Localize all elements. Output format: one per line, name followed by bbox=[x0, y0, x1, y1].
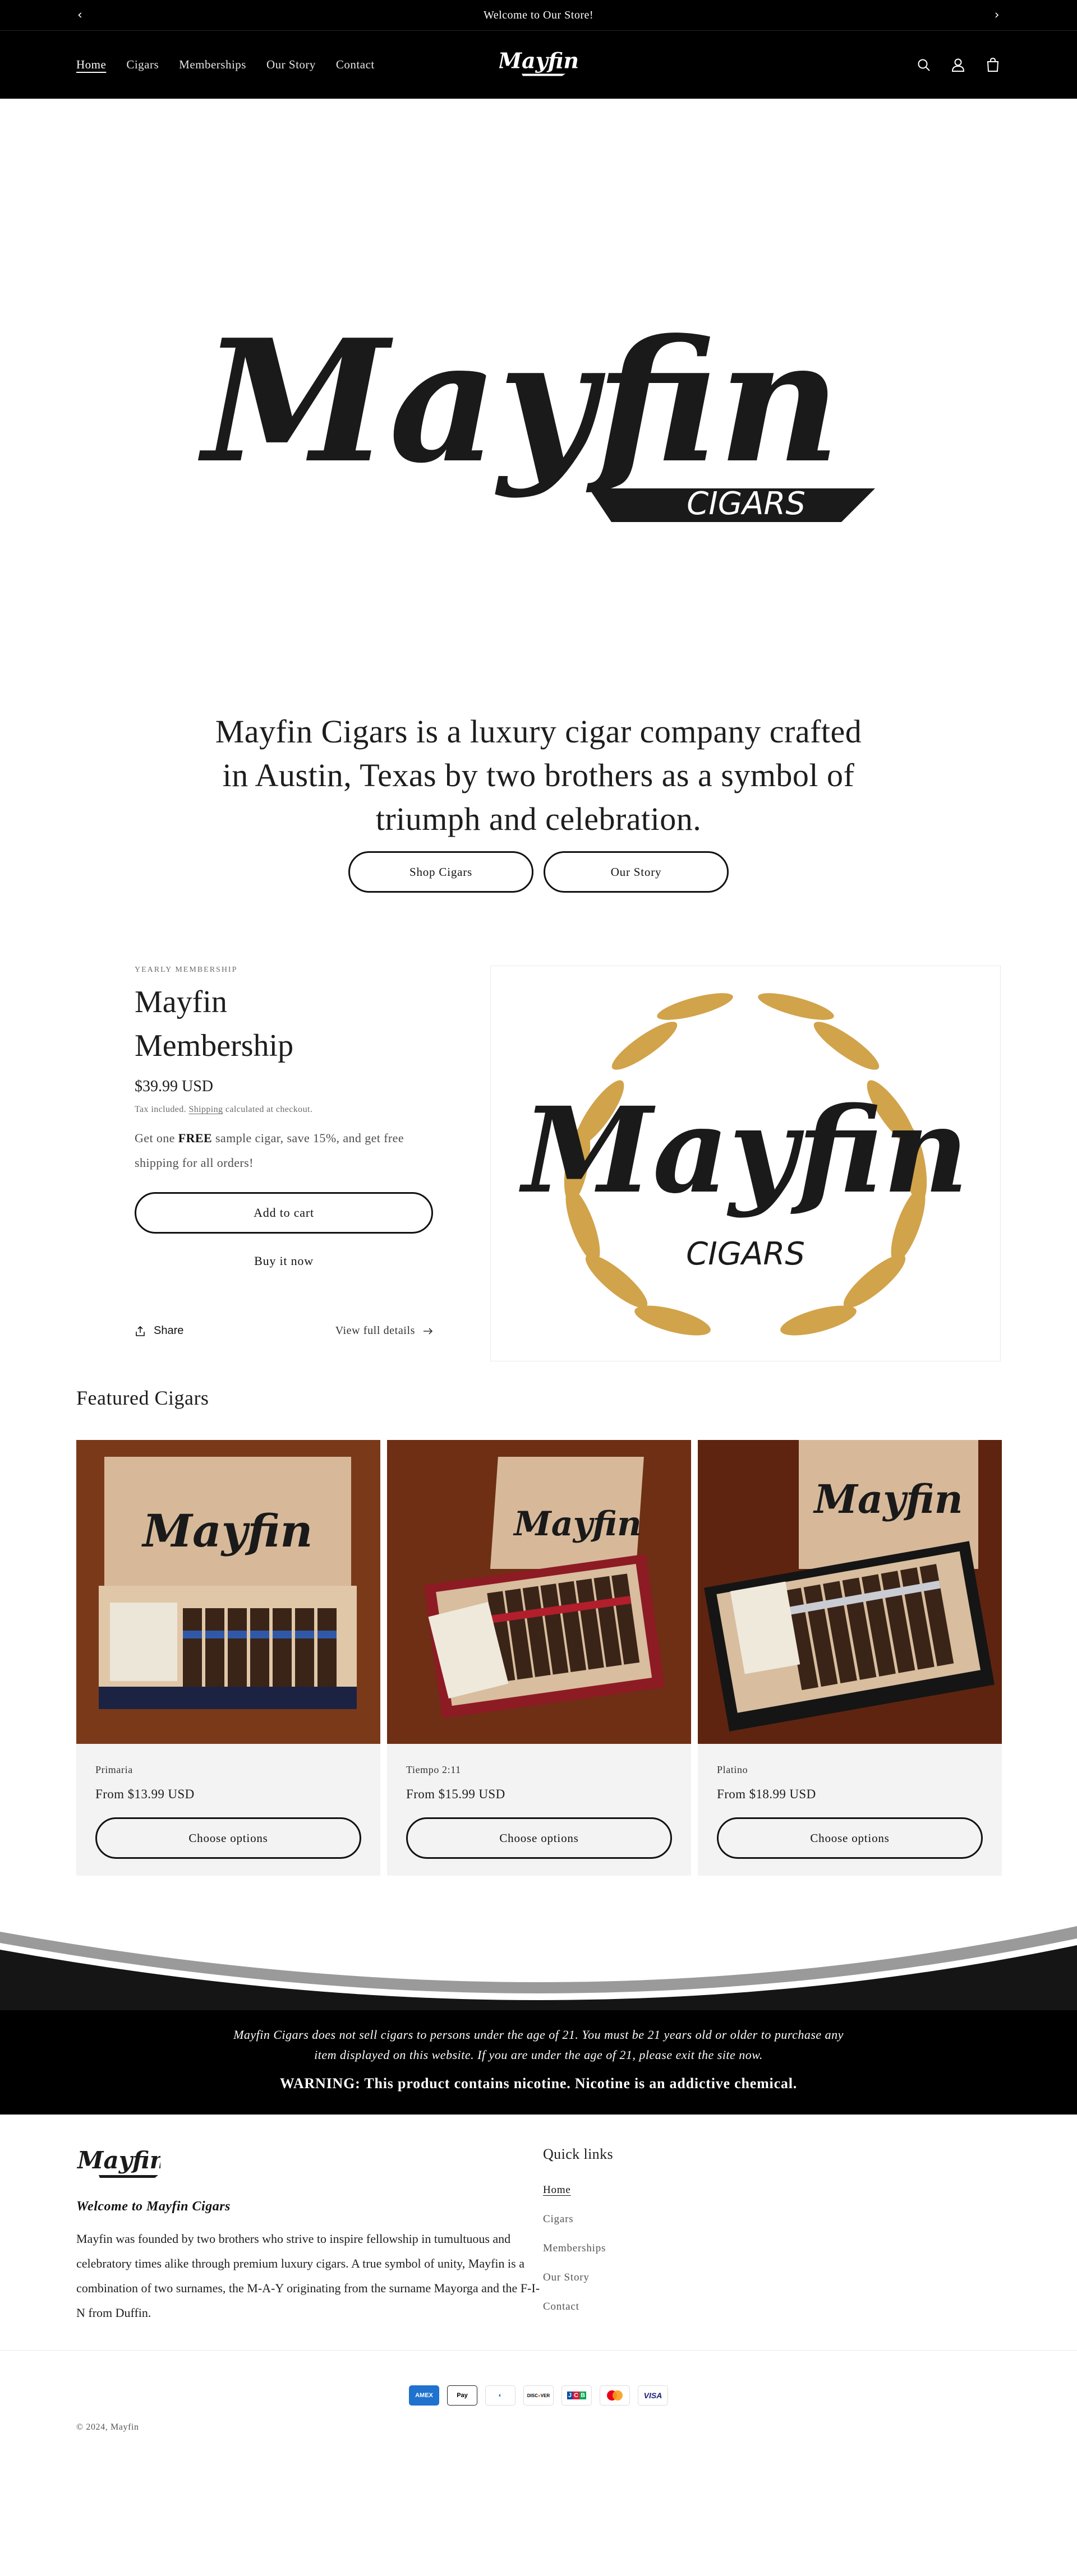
svg-text:Mayfin: Mayfin bbox=[519, 1081, 969, 1220]
featured-collection: Featured Cigars Mayfin Primaria From $13… bbox=[0, 1386, 1077, 1876]
footer-link-memberships[interactable]: Memberships bbox=[543, 2242, 613, 2272]
amex-icon: AMEX bbox=[409, 2385, 439, 2406]
shop-cigars-button[interactable]: Shop Cigars bbox=[348, 851, 533, 893]
age-warning-text: Mayfin Cigars does not sell cigars to pe… bbox=[233, 2028, 844, 2062]
svg-text:Mayfin: Mayfin bbox=[813, 1476, 963, 1522]
payment-icons: AMEX Pay ◐ DISC ● VER JCB VISA bbox=[0, 2385, 1077, 2406]
svg-text:CIGARS: CIGARS bbox=[686, 1236, 805, 1272]
wave-divider bbox=[0, 1926, 1077, 2010]
buy-now-button[interactable]: Buy it now bbox=[135, 1254, 433, 1268]
nicotine-warning: WARNING: This product contains nicotine.… bbox=[279, 2075, 798, 2092]
footer-welcome-heading: Welcome to Mayfin Cigars bbox=[76, 2199, 231, 2214]
quick-links: Quick links Home Cigars Memberships Our … bbox=[543, 2146, 613, 2330]
footer-link-cigars[interactable]: Cigars bbox=[543, 2213, 613, 2242]
view-details-link[interactable]: View full details bbox=[335, 1324, 433, 1337]
product-card[interactable]: Mayfin Platino From $18.99 USD Choose op… bbox=[698, 1440, 1002, 1876]
cart-icon[interactable] bbox=[985, 57, 1001, 73]
copyright: © 2024, Mayfin bbox=[76, 2422, 139, 2432]
product-image[interactable]: Mayfin bbox=[76, 1440, 380, 1744]
footer-link-home[interactable]: Home bbox=[543, 2184, 613, 2213]
svg-text:Mayfin: Mayfin bbox=[499, 48, 578, 73]
age-warning: Mayfin Cigars does not sell cigars to pe… bbox=[0, 2010, 1077, 2115]
product-description: Get one FREE sample cigar, save 15%, and… bbox=[135, 1131, 404, 1170]
apple-pay-icon: Pay bbox=[447, 2385, 477, 2406]
hero-logo: Mayfin CIGARS bbox=[197, 302, 875, 522]
site-footer: Mayfin Welcome to Mayfin Cigars Mayfin w… bbox=[0, 2115, 1077, 2456]
product-price: From $18.99 USD bbox=[717, 1787, 816, 1801]
main-nav: Home Cigars Memberships Our Story Contac… bbox=[76, 58, 375, 72]
site-header: Home Cigars Memberships Our Story Contac… bbox=[0, 30, 1077, 99]
product-price: $39.99 USD bbox=[135, 1078, 214, 1095]
product-price: From $15.99 USD bbox=[406, 1787, 505, 1801]
footer-link-our-story[interactable]: Our Story bbox=[543, 2272, 613, 2301]
product-image[interactable]: Mayfin bbox=[387, 1440, 691, 1744]
discover-icon: DISC ● VER bbox=[523, 2385, 554, 2406]
product-name[interactable]: Primaria bbox=[95, 1764, 361, 1776]
tax-note: Tax included. Shipping calculated at che… bbox=[135, 1105, 313, 1114]
nav-item-our-story[interactable]: Our Story bbox=[266, 58, 316, 72]
svg-text:Mayfin: Mayfin bbox=[76, 2146, 160, 2174]
intro-section: Mayfin Cigars is a luxury cigar company … bbox=[0, 710, 1077, 893]
nav-item-cigars[interactable]: Cigars bbox=[126, 58, 159, 72]
chevron-right-icon[interactable]: › bbox=[995, 8, 1000, 22]
shipping-link[interactable]: Shipping bbox=[188, 1105, 223, 1114]
intro-heading: Mayfin Cigars is a luxury cigar company … bbox=[215, 713, 862, 837]
footer-divider bbox=[0, 2350, 1077, 2351]
product-price: From $13.99 USD bbox=[95, 1787, 195, 1801]
svg-text:Mayfin: Mayfin bbox=[513, 1504, 641, 1544]
jcb-icon: JCB bbox=[561, 2385, 592, 2406]
svg-text:CIGARS: CIGARS bbox=[687, 486, 806, 522]
nav-item-contact[interactable]: Contact bbox=[336, 58, 375, 72]
arrow-right-icon bbox=[424, 1327, 433, 1335]
svg-text:Mayfin: Mayfin bbox=[141, 1504, 312, 1557]
product-image[interactable]: Mayfin bbox=[698, 1440, 1002, 1744]
featured-heading: Featured Cigars bbox=[76, 1387, 209, 1409]
search-icon[interactable] bbox=[917, 58, 931, 72]
product-eyebrow: YEARLY MEMBERSHIP bbox=[135, 966, 238, 974]
footer-link-contact[interactable]: Contact bbox=[543, 2301, 613, 2330]
membership-image: Mayfin CIGARS bbox=[490, 966, 1001, 1361]
choose-options-button[interactable]: Choose options bbox=[717, 1817, 983, 1859]
footer-logo[interactable]: Mayfin bbox=[76, 2146, 167, 2182]
header-logo[interactable]: Mayfin bbox=[497, 48, 579, 82]
footer-about-text: Mayfin was founded by two brothers who s… bbox=[76, 2232, 540, 2320]
choose-options-button[interactable]: Choose options bbox=[95, 1817, 361, 1859]
quick-links-title: Quick links bbox=[543, 2146, 614, 2162]
share-icon bbox=[136, 1326, 145, 1336]
product-card[interactable]: Mayfin Tiempo 2:11 From $15.99 USD Choos… bbox=[387, 1440, 691, 1876]
our-story-button[interactable]: Our Story bbox=[544, 851, 729, 893]
diners-club-icon: ◐ bbox=[485, 2385, 516, 2406]
visa-icon: VISA bbox=[638, 2385, 668, 2406]
product-card[interactable]: Mayfin Primaria From $13.99 USD Choose o… bbox=[76, 1440, 380, 1876]
choose-options-button[interactable]: Choose options bbox=[406, 1817, 672, 1859]
membership-product: YEARLY MEMBERSHIP Mayfin Membership $39.… bbox=[0, 893, 1077, 1386]
mastercard-icon bbox=[600, 2385, 630, 2406]
chevron-left-icon[interactable]: ‹ bbox=[77, 8, 82, 22]
announcement-bar: ‹ Welcome to Our Store! › bbox=[0, 0, 1077, 30]
product-name[interactable]: Tiempo 2:11 bbox=[406, 1764, 672, 1776]
account-icon[interactable] bbox=[950, 57, 966, 73]
hero-banner: Mayfin CIGARS bbox=[0, 99, 1077, 710]
svg-text:Mayfin: Mayfin bbox=[197, 302, 840, 500]
announcement-text: Welcome to Our Store! bbox=[483, 8, 594, 21]
product-name[interactable]: Platino bbox=[717, 1764, 983, 1776]
nav-item-memberships[interactable]: Memberships bbox=[179, 58, 246, 72]
add-to-cart-button[interactable]: Add to cart bbox=[135, 1192, 433, 1234]
share-button[interactable]: Share bbox=[135, 1324, 183, 1337]
nav-item-home[interactable]: Home bbox=[76, 58, 106, 72]
product-title: Mayfin Membership bbox=[135, 985, 294, 1063]
